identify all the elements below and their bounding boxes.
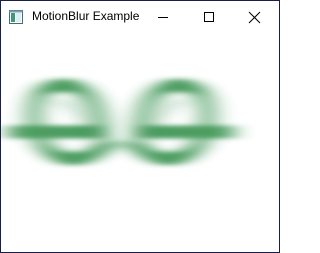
blurred-gfg-logo xyxy=(9,78,233,166)
title-bar[interactable]: MotionBlur Example xyxy=(1,1,279,32)
maximize-button[interactable] xyxy=(187,1,231,32)
app-window: MotionBlur Example xyxy=(0,0,280,253)
window-title: MotionBlur Example xyxy=(32,9,140,23)
close-button[interactable] xyxy=(233,1,277,32)
app-window-icon xyxy=(9,10,23,24)
client-area xyxy=(1,32,279,252)
minimize-button[interactable] xyxy=(141,1,185,32)
